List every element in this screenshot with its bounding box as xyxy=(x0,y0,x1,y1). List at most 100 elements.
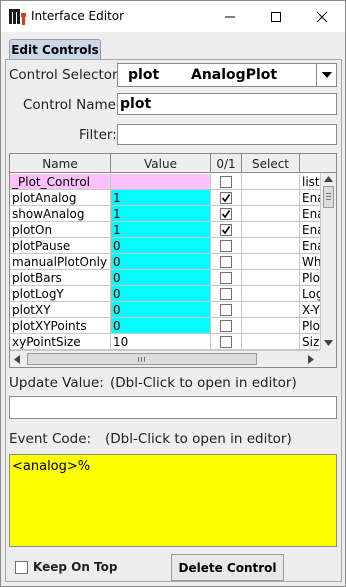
table-horizontal-scrollbar[interactable] xyxy=(10,350,320,367)
cell-value[interactable]: 0 xyxy=(111,238,211,254)
row-checkbox[interactable] xyxy=(220,336,232,348)
scroll-up-icon[interactable] xyxy=(324,176,333,182)
table-row[interactable]: manualPlotOnly 0 Wh xyxy=(10,254,322,270)
cell-name[interactable]: plotXY xyxy=(10,302,111,318)
tab-edit-controls[interactable]: Edit Controls xyxy=(9,39,101,60)
cell-description[interactable]: Ena xyxy=(300,222,322,238)
row-checkbox[interactable] xyxy=(220,208,232,220)
scroll-down-icon[interactable] xyxy=(324,340,333,346)
cell-binary xyxy=(211,190,242,206)
cell-select[interactable] xyxy=(242,206,300,222)
cell-select[interactable] xyxy=(242,254,300,270)
row-checkbox[interactable] xyxy=(220,272,232,284)
table-row[interactable]: plotBars0 Plot xyxy=(10,270,322,286)
scroll-corner xyxy=(320,350,336,367)
cell-select[interactable] xyxy=(242,174,300,190)
event-code-editor[interactable]: <analog>% xyxy=(9,454,337,547)
cell-name[interactable]: plotAnalog xyxy=(10,190,111,206)
cell-name[interactable]: manualPlotOnly xyxy=(10,254,111,270)
cell-value[interactable]: 1 xyxy=(111,222,211,238)
cell-select[interactable] xyxy=(242,318,300,334)
cell-select[interactable] xyxy=(242,270,300,286)
cell-name[interactable]: plotXYPoints xyxy=(10,318,111,334)
column-header-binary[interactable]: 0/1 xyxy=(211,154,242,173)
cell-description[interactable]: list xyxy=(300,174,322,190)
row-checkbox[interactable] xyxy=(220,304,232,316)
cell-value[interactable]: 10 xyxy=(111,334,211,350)
row-checkbox[interactable] xyxy=(220,256,232,268)
cell-description[interactable]: Size xyxy=(300,334,322,350)
cell-value[interactable]: 0 xyxy=(111,254,211,270)
table-row[interactable]: plotXYPoints0 Plot xyxy=(10,318,322,334)
dropdown-arrow[interactable] xyxy=(316,64,336,86)
table-row[interactable]: _Plot_Control list xyxy=(10,174,322,190)
cell-name[interactable]: showAnalog xyxy=(10,206,111,222)
scroll-right-icon[interactable] xyxy=(308,355,314,364)
maximize-button[interactable] xyxy=(253,1,299,32)
cell-value[interactable]: 0 xyxy=(111,302,211,318)
column-header-name[interactable]: Name xyxy=(10,154,111,173)
cell-binary xyxy=(211,286,242,302)
column-header-value[interactable]: Value xyxy=(111,154,211,173)
cell-description[interactable]: Plot xyxy=(300,318,322,334)
row-checkbox[interactable] xyxy=(220,320,232,332)
cell-select[interactable] xyxy=(242,334,300,350)
event-code-hint: (Dbl-Click to open in editor) xyxy=(105,431,292,447)
keep-on-top-label[interactable]: Keep On Top xyxy=(33,560,117,574)
cell-value[interactable]: 0 xyxy=(111,286,211,302)
row-checkbox[interactable] xyxy=(220,224,232,236)
table-row[interactable]: plotXY 0 X-Y xyxy=(10,302,322,318)
cell-description[interactable]: Ena xyxy=(300,206,322,222)
update-value-input[interactable] xyxy=(9,396,337,419)
control-name-input[interactable]: plot xyxy=(117,93,337,115)
cell-value[interactable] xyxy=(111,174,211,190)
vertical-scroll-thumb[interactable] xyxy=(323,186,334,208)
cell-name[interactable]: _Plot_Control xyxy=(10,174,111,190)
control-selector-dropdown[interactable]: plot AnalogPlot xyxy=(117,63,337,87)
cell-select[interactable] xyxy=(242,302,300,318)
cell-name[interactable]: plotLogY xyxy=(10,286,111,302)
cell-select[interactable] xyxy=(242,286,300,302)
row-checkbox[interactable] xyxy=(220,288,232,300)
column-header-extra[interactable] xyxy=(300,154,336,173)
horizontal-scroll-thumb[interactable] xyxy=(27,353,257,365)
cell-select[interactable] xyxy=(242,190,300,206)
table-row[interactable]: plotAnalog1 Ena xyxy=(10,190,322,206)
cell-value[interactable]: 1 xyxy=(111,206,211,222)
filter-input[interactable] xyxy=(117,124,337,145)
minimize-button[interactable] xyxy=(207,1,253,32)
cell-description[interactable]: Log xyxy=(300,286,322,302)
cell-name[interactable]: plotOn xyxy=(10,222,111,238)
cell-name[interactable]: plotBars xyxy=(10,270,111,286)
table-row[interactable]: plotOn1 Ena xyxy=(10,222,322,238)
cell-select[interactable] xyxy=(242,238,300,254)
table-row[interactable]: showAnalog1 Ena xyxy=(10,206,322,222)
table-row[interactable]: plotLogY 0 Log xyxy=(10,286,322,302)
title-bar[interactable]: Interface Editor xyxy=(1,1,345,32)
table-row[interactable]: xyPointSize10 Size xyxy=(10,334,322,350)
control-selector-label: Control Selector: xyxy=(9,67,122,83)
table-vertical-scrollbar[interactable] xyxy=(320,173,336,350)
event-code-label: Event Code: xyxy=(9,431,92,447)
cell-value[interactable]: 0 xyxy=(111,270,211,286)
column-header-select[interactable]: Select xyxy=(242,154,300,173)
row-checkbox[interactable] xyxy=(220,192,232,204)
row-checkbox[interactable] xyxy=(220,240,232,252)
cell-description[interactable]: Ena xyxy=(300,190,322,206)
cell-description[interactable]: X-Y xyxy=(300,302,322,318)
cell-description[interactable]: Ena xyxy=(300,238,322,254)
delete-control-button[interactable]: Delete Control xyxy=(171,554,284,581)
cell-name[interactable]: plotPause xyxy=(10,238,111,254)
table-row[interactable]: plotPause0 Ena xyxy=(10,238,322,254)
close-button[interactable] xyxy=(299,1,345,32)
keep-on-top-checkbox[interactable] xyxy=(15,561,28,574)
cell-description[interactable]: Plot xyxy=(300,270,322,286)
cell-value[interactable]: 1 xyxy=(111,190,211,206)
cell-value[interactable]: 0 xyxy=(111,318,211,334)
cell-name[interactable]: xyPointSize xyxy=(10,334,111,350)
cell-description[interactable]: Wh xyxy=(300,254,322,270)
cell-select[interactable] xyxy=(242,222,300,238)
scroll-left-icon[interactable] xyxy=(14,355,20,364)
window-title: Interface Editor xyxy=(31,9,125,23)
row-checkbox[interactable] xyxy=(220,176,232,188)
